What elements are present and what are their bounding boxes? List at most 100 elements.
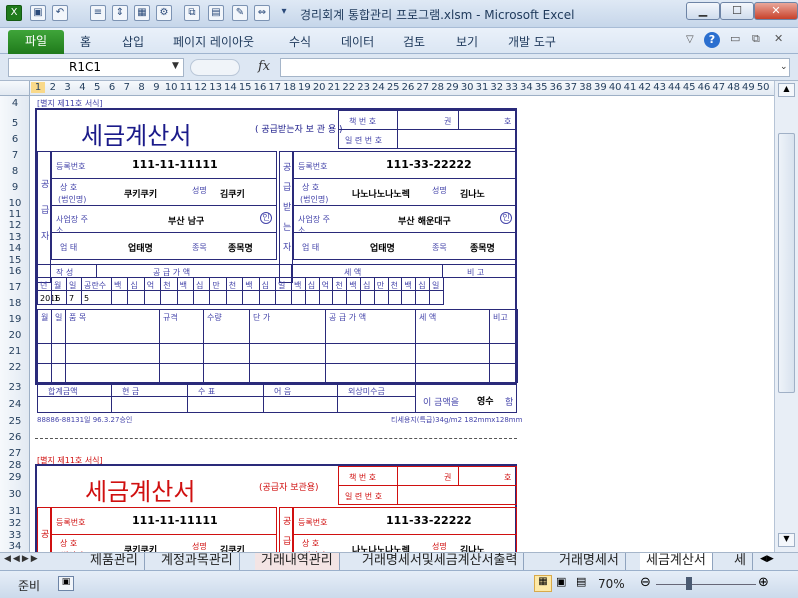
maximize-button[interactable]: ☐ (720, 2, 754, 20)
row-header-cell[interactable]: 12 (0, 220, 29, 231)
zoom-in-icon[interactable]: ⊕ (758, 575, 769, 590)
doc-minimize-icon[interactable]: ▭ (730, 32, 740, 45)
column-header-cell[interactable]: 41 (623, 82, 637, 93)
column-header-cell[interactable]: 40 (608, 82, 622, 93)
tab-scroll-icon[interactable]: ◀▶ (760, 554, 774, 564)
column-header-cell[interactable]: 34 (519, 82, 533, 93)
column-header-cell[interactable]: 44 (667, 82, 681, 93)
column-header-cell[interactable]: 13 (209, 82, 223, 93)
row-header-cell[interactable]: 7 (0, 150, 29, 161)
expand-formula-icon[interactable]: ⌄ (780, 62, 788, 72)
column-header-cell[interactable]: 23 (357, 82, 371, 93)
column-header-cell[interactable]: 26 (401, 82, 415, 93)
column-header-cell[interactable]: 9 (149, 82, 163, 93)
sheet-tab-transactions[interactable]: 거래내역관리 (255, 553, 340, 570)
tab-developer[interactable]: 개발 도구 (508, 33, 556, 50)
sheet-tab-print[interactable]: 거래명세서및세금계산서출력 (356, 553, 525, 570)
column-header-cell[interactable]: 42 (638, 82, 652, 93)
scroll-up-icon[interactable]: ▲ (778, 83, 795, 97)
column-header-cell[interactable]: 6 (105, 82, 119, 93)
scroll-down-icon[interactable]: ▼ (778, 533, 795, 547)
column-header-cell[interactable]: 38 (579, 82, 593, 93)
row-header-cell[interactable]: 25 (0, 416, 29, 427)
column-header-cell[interactable]: 29 (445, 82, 459, 93)
tab-review[interactable]: 검토 (403, 33, 425, 50)
column-header-cell[interactable]: 3 (61, 82, 75, 93)
row-header-cell[interactable]: 22 (0, 362, 29, 373)
tab-formulas[interactable]: 수식 (289, 33, 311, 50)
column-header-cell[interactable]: 15 (238, 82, 252, 93)
row-header-cell[interactable]: 24 (0, 399, 29, 410)
row-header-cell[interactable]: 27 (0, 448, 29, 459)
scroll-thumb[interactable] (778, 133, 795, 393)
tab-data[interactable]: 데이터 (341, 33, 374, 50)
save-icon[interactable]: ▣ (30, 5, 46, 21)
row-header-cell[interactable]: 30 (0, 489, 29, 500)
spin-icon[interactable]: ⇕ (112, 5, 128, 21)
tab-page-layout[interactable]: 페이지 레이아웃 (173, 33, 254, 50)
column-header-cell[interactable]: 30 (460, 82, 474, 93)
column-header-cell[interactable]: 45 (682, 82, 696, 93)
doc-close-icon[interactable]: ✕ (774, 32, 783, 45)
normal-view-icon[interactable]: ▦ (534, 575, 552, 592)
row-header-cell[interactable]: 20 (0, 330, 29, 341)
row-header-cell[interactable]: 4 (0, 98, 29, 109)
row-header-cell[interactable]: 18 (0, 298, 29, 309)
column-header-cell[interactable]: 7 (120, 82, 134, 93)
row-header-cell[interactable]: 23 (0, 382, 29, 393)
column-header-cell[interactable]: 14 (223, 82, 237, 93)
close-button[interactable]: ✕ (754, 2, 798, 20)
page-break-view-icon[interactable]: ▤ (576, 575, 586, 588)
column-header-cell[interactable]: 31 (475, 82, 489, 93)
column-header-cell[interactable]: 35 (534, 82, 548, 93)
column-header-cell[interactable]: 8 (135, 82, 149, 93)
insert-function-icon[interactable]: fx (258, 59, 270, 74)
tab-file[interactable]: 파일 (8, 30, 64, 54)
column-header-cell[interactable]: 19 (297, 82, 311, 93)
row-header-cell[interactable]: 10 (0, 198, 29, 209)
copy-icon[interactable]: ⧉ (184, 5, 200, 21)
column-header-cell[interactable]: 4 (75, 82, 89, 93)
column-header-cell[interactable]: 22 (342, 82, 356, 93)
column-header-cell[interactable]: 47 (712, 82, 726, 93)
sheet-tab-more[interactable]: 세 (728, 553, 753, 570)
row-header-cell[interactable]: 13 (0, 232, 29, 243)
row-header-cell[interactable]: 34 (0, 541, 29, 552)
tab-nav-icon[interactable]: ◀◀▶▶ (4, 554, 40, 564)
navigate-icon[interactable]: ⇔ (254, 5, 270, 21)
column-header-cell[interactable]: 37 (564, 82, 578, 93)
select-all[interactable] (0, 81, 30, 95)
row-header-cell[interactable]: 17 (0, 282, 29, 293)
sheet-tab-products[interactable]: 제품관리 (84, 553, 145, 570)
row-header-cell[interactable]: 11 (0, 209, 29, 220)
column-header-cell[interactable]: 39 (593, 82, 607, 93)
column-header-cell[interactable]: 12 (194, 82, 208, 93)
tab-view[interactable]: 보기 (456, 33, 478, 50)
tab-home[interactable]: 홈 (80, 33, 91, 50)
column-header-cell[interactable]: 11 (179, 82, 193, 93)
column-header-cell[interactable]: 5 (90, 82, 104, 93)
undo-icon[interactable]: ↶ (52, 5, 68, 21)
row-header-cell[interactable]: 19 (0, 314, 29, 325)
column-header-cell[interactable]: 16 (253, 82, 267, 93)
ribbon-collapse-icon[interactable]: ▽ (686, 34, 694, 45)
column-header-cell[interactable]: 2 (46, 82, 60, 93)
zoom-out-icon[interactable]: ⊖ (640, 575, 651, 590)
grid-icon[interactable]: ▦ (134, 5, 150, 21)
vertical-scrollbar[interactable]: ▲ ▼ (774, 81, 798, 552)
page-layout-view-icon[interactable]: ▣ (556, 575, 566, 588)
column-header-cell[interactable]: 20 (312, 82, 326, 93)
row-header-cell[interactable]: 21 (0, 346, 29, 357)
row-header-cell[interactable]: 29 (0, 472, 29, 483)
name-box-dropdown-icon[interactable]: ▼ (172, 61, 179, 71)
clipboard-icon[interactable]: ▤ (208, 5, 224, 21)
sheet-tab-accounts[interactable]: 계정과목관리 (155, 553, 240, 570)
zoom-level[interactable]: 70% (598, 577, 625, 591)
column-header-cell[interactable]: 10 (164, 82, 178, 93)
row-header-cell[interactable]: 26 (0, 432, 29, 443)
column-header-cell[interactable]: 27 (416, 82, 430, 93)
column-header-cell[interactable]: 28 (431, 82, 445, 93)
doc-restore-icon[interactable]: ⧉ (752, 32, 760, 46)
formula-input[interactable] (280, 58, 790, 77)
zoom-slider-thumb[interactable] (686, 577, 692, 590)
